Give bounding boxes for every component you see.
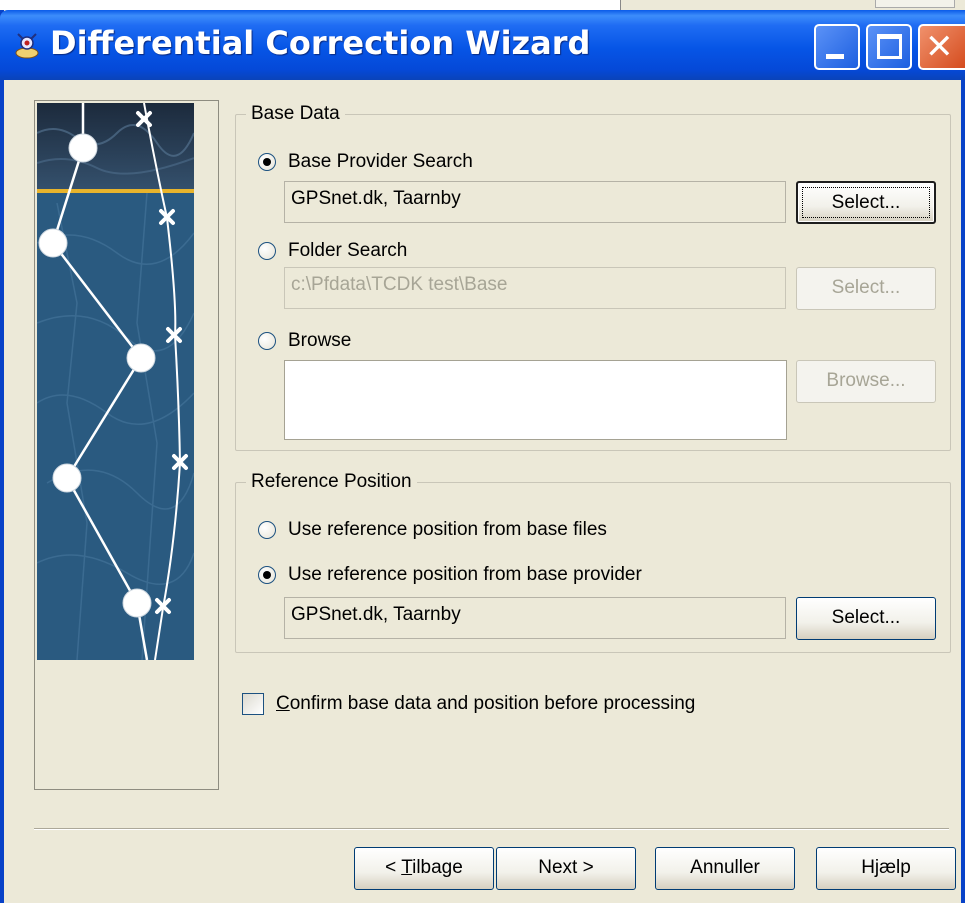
minimize-icon	[826, 54, 844, 59]
browse-radio[interactable]	[258, 332, 276, 350]
browse-label: Browse	[288, 330, 352, 351]
maximize-button[interactable]	[866, 24, 912, 70]
help-button[interactable]: Hjælp	[816, 847, 956, 890]
background-button	[875, 0, 955, 8]
background-window	[620, 0, 965, 10]
base-provider-select-button[interactable]: Select...	[796, 181, 936, 224]
folder-select-button[interactable]: Select...	[796, 267, 936, 310]
folder-search-radio[interactable]	[258, 242, 276, 260]
browse-button[interactable]: Browse...	[796, 360, 936, 403]
maximize-icon	[877, 34, 902, 59]
close-icon: ✕	[925, 27, 954, 67]
title-bar[interactable]: Differential Correction Wizard ✕	[0, 10, 965, 80]
wizard-sidebar	[34, 100, 219, 790]
reference-position-legend: Reference Position	[246, 471, 417, 493]
browse-radio-row[interactable]: Browse	[258, 330, 351, 352]
ref-from-files-label: Use reference position from base files	[288, 519, 607, 540]
ref-provider-select-button[interactable]: Select...	[796, 597, 936, 640]
minimize-button[interactable]	[814, 24, 860, 70]
base-data-legend: Base Data	[246, 103, 345, 125]
satellite-icon	[15, 33, 39, 59]
folder-search-field: c:\Pfdata\TCDK test\Base	[284, 267, 786, 309]
cancel-button[interactable]: Annuller	[655, 847, 795, 890]
base-provider-search-label: Base Provider Search	[288, 151, 473, 172]
ref-from-provider-radio-row[interactable]: Use reference position from base provide…	[258, 564, 642, 586]
footer-separator	[34, 828, 949, 830]
base-provider-search-radio[interactable]	[258, 153, 276, 171]
folder-search-radio-row[interactable]: Folder Search	[258, 240, 407, 262]
next-button[interactable]: Next >	[496, 847, 636, 890]
confirm-label: Confirm base data and position before pr…	[276, 693, 696, 714]
ref-from-files-radio-row[interactable]: Use reference position from base files	[258, 519, 607, 541]
confirm-checkbox-row[interactable]: Confirm base data and position before pr…	[242, 693, 695, 715]
wizard-window: Differential Correction Wizard ✕ Base Da…	[0, 10, 965, 903]
back-button[interactable]: < Tilbage	[354, 847, 494, 890]
confirm-checkbox[interactable]	[242, 693, 264, 715]
ref-provider-field: GPSnet.dk, Taarnby	[284, 597, 786, 639]
close-button[interactable]: ✕	[918, 24, 965, 70]
folder-search-label: Folder Search	[288, 240, 408, 261]
wizard-banner-image	[37, 103, 194, 660]
ref-from-files-radio[interactable]	[258, 521, 276, 539]
browse-list[interactable]	[284, 360, 787, 440]
base-provider-field: GPSnet.dk, Taarnby	[284, 181, 786, 223]
base-provider-search-radio-row[interactable]: Base Provider Search	[258, 151, 473, 173]
window-title: Differential Correction Wizard	[50, 24, 591, 62]
ref-from-provider-radio[interactable]	[258, 566, 276, 584]
ref-from-provider-label: Use reference position from base provide…	[288, 564, 642, 585]
